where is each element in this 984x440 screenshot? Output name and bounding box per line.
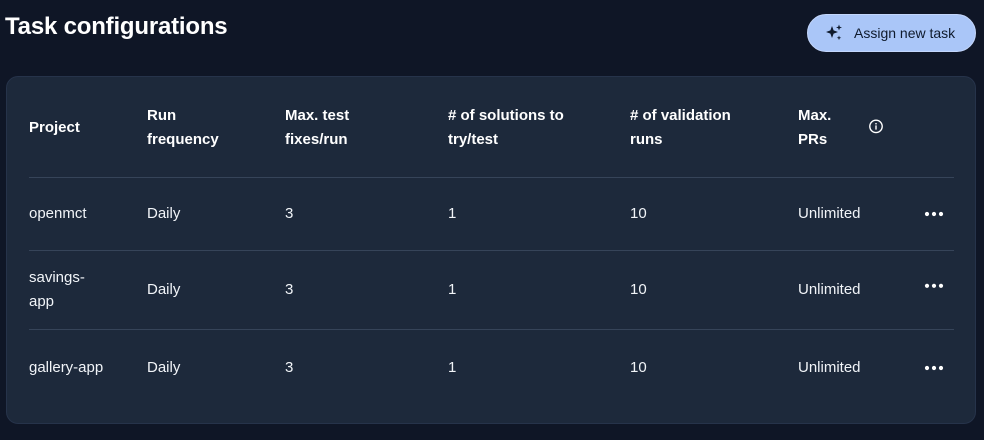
max-prs-cell: Unlimited xyxy=(798,205,861,222)
table-row: savings- app Daily 3 1 10 Unlimited xyxy=(29,251,954,329)
column-header-run-frequency: Run frequency xyxy=(147,106,219,148)
task-configurations-table: Project Run frequency Max. test fixes/ru… xyxy=(6,76,976,424)
table-header-row: Project Run frequency Max. test fixes/ru… xyxy=(29,77,954,178)
solutions-cell: 1 xyxy=(448,205,457,222)
column-header-solutions: # of solutions to try/test xyxy=(448,106,564,148)
project-cell: gallery-app xyxy=(29,359,104,376)
frequency-cell: Daily xyxy=(147,281,181,298)
max-fixes-cell: 3 xyxy=(285,281,294,298)
column-header-validation-runs: # of validation runs xyxy=(630,106,731,148)
table-row: gallery-app Daily 3 1 10 Unlimited xyxy=(29,330,954,406)
column-header-project: Project xyxy=(29,118,80,136)
table-row: openmct Daily 3 1 10 Unlimited xyxy=(29,178,954,250)
page-title: Task configurations xyxy=(5,13,228,40)
validation-runs-cell: 10 xyxy=(630,205,647,222)
validation-runs-cell: 10 xyxy=(630,281,647,298)
max-fixes-cell: 3 xyxy=(285,359,294,376)
sparkle-icon xyxy=(824,23,844,43)
frequency-cell: Daily xyxy=(147,205,181,222)
column-header-max-prs: Max. PRs xyxy=(798,106,832,148)
more-horizontal-icon[interactable] xyxy=(923,279,945,293)
column-header-max-test-fixes: Max. test fixes/run xyxy=(285,106,350,148)
project-cell: savings- app xyxy=(29,269,85,310)
frequency-cell: Daily xyxy=(147,359,181,376)
solutions-cell: 1 xyxy=(448,281,457,298)
validation-runs-cell: 10 xyxy=(630,359,647,376)
more-horizontal-icon[interactable] xyxy=(923,361,945,375)
info-icon[interactable] xyxy=(868,118,884,134)
project-cell: openmct xyxy=(29,205,87,222)
max-prs-cell: Unlimited xyxy=(798,281,861,298)
assign-new-task-button[interactable]: Assign new task xyxy=(807,14,976,52)
solutions-cell: 1 xyxy=(448,359,457,376)
more-horizontal-icon[interactable] xyxy=(923,207,945,221)
max-fixes-cell: 3 xyxy=(285,205,294,222)
max-prs-cell: Unlimited xyxy=(798,359,861,376)
assign-new-task-label: Assign new task xyxy=(854,25,956,41)
